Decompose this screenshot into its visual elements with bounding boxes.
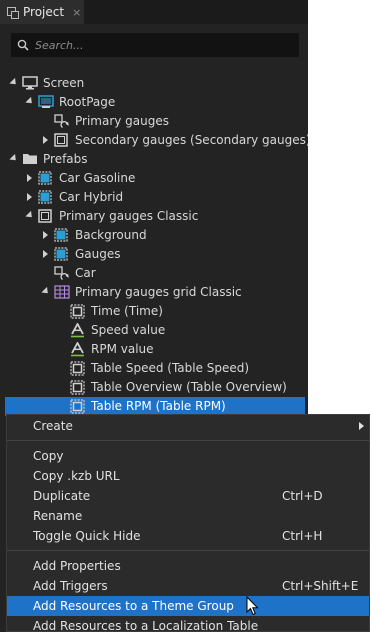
menu-item-label: Add Resources to a Localization Table: [33, 619, 259, 633]
grid-layout-icon: [54, 285, 70, 299]
tree-item-label: Screen: [43, 76, 85, 90]
tree-item[interactable]: Primary gauges: [0, 112, 308, 131]
menu-item-label: Copy .kzb URL: [33, 469, 120, 483]
expand-arrow-icon[interactable]: [43, 250, 48, 258]
menu-item-create[interactable]: Create: [7, 416, 369, 436]
submenu-arrow-icon: [359, 422, 364, 430]
node-dashed-icon: [70, 304, 85, 319]
tree-item-label: RPM value: [91, 342, 154, 356]
tab-project[interactable]: Project ×: [0, 0, 84, 24]
tree-item-label: RootPage: [59, 95, 116, 109]
menu-item-label: Toggle Quick Hide: [33, 529, 141, 543]
tree-item[interactable]: Prefabs: [0, 150, 308, 169]
collapse-arrow-icon[interactable]: [9, 77, 19, 88]
menu-item-copy-kzb-url[interactable]: Copy .kzb URL: [7, 466, 369, 486]
tree-item-label: Car Gasoline: [59, 171, 136, 185]
tree-item-label: Primary gauges Classic: [59, 209, 199, 223]
tree-item-label: Secondary gauges (Secondary gauges): [75, 133, 311, 147]
menu-item-copy[interactable]: Copy: [7, 446, 369, 466]
tree-item[interactable]: Car Hybrid: [0, 188, 308, 207]
tab-label: Project: [23, 5, 65, 19]
node-dashed-icon: [70, 361, 85, 376]
tree-item[interactable]: Car Gasoline: [0, 169, 308, 188]
prefab-instance-icon: [54, 114, 69, 129]
tree-item-label: Table Overview (Table Overview): [91, 380, 287, 394]
collapse-arrow-icon[interactable]: [41, 286, 51, 297]
prefab-blue-icon: [54, 228, 68, 242]
tree-item[interactable]: Screen: [0, 74, 308, 93]
collapse-arrow-icon[interactable]: [9, 153, 19, 164]
menu-item-shortcut: Ctrl+H: [282, 529, 323, 543]
node-icon: [54, 133, 68, 147]
menu-item-add-resources-to-a-localization-table[interactable]: Add Resources to a Localization Table: [7, 616, 369, 636]
collapse-arrow-icon[interactable]: [25, 96, 35, 107]
menu-item-label: Add Properties: [33, 559, 121, 573]
folder-icon: [22, 152, 37, 166]
tree-item[interactable]: Table Speed (Table Speed): [0, 359, 308, 378]
tree-item-label: Prefabs: [43, 152, 88, 166]
tree-item-label: Gauges: [75, 247, 121, 261]
menu-item-label: Add Triggers: [33, 579, 108, 593]
tree-item-label: Time (Time): [91, 304, 163, 318]
node-icon: [38, 209, 52, 223]
menu-item-add-resources-to-a-theme-group[interactable]: Add Resources to a Theme Group: [7, 596, 369, 616]
menu-item-add-triggers[interactable]: Add Triggers Ctrl+Shift+E: [7, 576, 369, 596]
menu-item-label: Duplicate: [33, 489, 91, 503]
text-block-icon: [70, 341, 84, 357]
mouse-cursor-icon: [246, 596, 259, 616]
tree-item[interactable]: Primary gauges Classic: [0, 207, 308, 226]
expand-arrow-icon[interactable]: [43, 136, 48, 144]
tree-item[interactable]: Time (Time): [0, 302, 308, 321]
close-icon[interactable]: ×: [72, 6, 81, 19]
tree-item-label: Speed value: [91, 323, 166, 337]
tree-item[interactable]: Speed value: [0, 321, 308, 340]
search-box[interactable]: [11, 33, 299, 57]
expand-arrow-icon[interactable]: [27, 193, 32, 201]
menu-separator: [7, 550, 369, 551]
node-dashed-icon: [70, 380, 85, 395]
menu-item-shortcut: Ctrl+D: [282, 489, 323, 503]
tree-item[interactable]: Primary gauges grid Classic: [0, 283, 308, 302]
tree-item-label: Table Speed (Table Speed): [91, 361, 250, 375]
menu-item-label: Copy: [33, 449, 64, 463]
tree-item[interactable]: Background: [0, 226, 308, 245]
text-block-icon: [70, 322, 84, 338]
tab-bar: Project ×: [0, 0, 308, 24]
tree-item[interactable]: Table Overview (Table Overview): [0, 378, 308, 397]
screen-icon: [22, 76, 38, 90]
menu-item-toggle-quick-hide[interactable]: Toggle Quick Hide Ctrl+H: [7, 526, 369, 546]
search-icon: [17, 39, 29, 51]
menu-item-label: Add Resources to a Theme Group: [33, 599, 234, 613]
tree-item[interactable]: Secondary gauges (Secondary gauges): [0, 131, 311, 150]
prefab-blue-icon: [54, 247, 68, 261]
search-input[interactable]: [35, 38, 275, 52]
expand-arrow-icon[interactable]: [27, 174, 32, 182]
prefab-instance-icon: [54, 266, 69, 281]
menu-item-rename[interactable]: Rename: [7, 506, 369, 526]
menu-separator: [7, 440, 369, 441]
menu-item-label: Rename: [33, 509, 83, 523]
node-dashed-icon: [70, 399, 85, 414]
tree-item[interactable]: RPM value: [0, 340, 308, 359]
menu-item-shortcut: Ctrl+Shift+E: [282, 579, 359, 593]
tree-item-label: Car Hybrid: [59, 190, 124, 204]
prefab-blue-icon: [38, 190, 52, 204]
menu-item-add-properties[interactable]: Add Properties: [7, 556, 369, 576]
tree-item-label: Primary gauges: [75, 114, 170, 128]
menu-item-label: Create: [33, 419, 73, 433]
prefab-blue-icon: [38, 171, 52, 185]
menu-item-duplicate[interactable]: Duplicate Ctrl+D: [7, 486, 369, 506]
expand-arrow-icon[interactable]: [43, 231, 48, 239]
tree-item-label: Table RPM (Table RPM): [91, 399, 226, 413]
tree-item-label: Car: [75, 266, 96, 280]
tree-item-label: Background: [75, 228, 147, 242]
tree-item-label: Primary gauges grid Classic: [75, 285, 242, 299]
tree-item[interactable]: RootPage: [0, 93, 308, 112]
panel-icon: [6, 6, 19, 19]
tree-item[interactable]: Gauges: [0, 245, 308, 264]
page-icon: [38, 95, 54, 109]
tree-item[interactable]: Car: [0, 264, 308, 283]
context-menu: Create Copy Copy .kzb URL Duplicate Ctrl+D Re…: [6, 414, 370, 633]
collapse-arrow-icon[interactable]: [25, 210, 35, 221]
